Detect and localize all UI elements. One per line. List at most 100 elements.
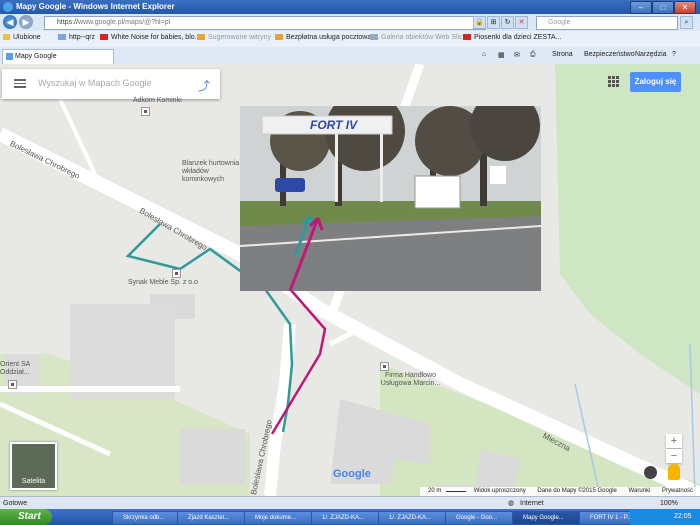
clock[interactable]: 22:05 — [674, 513, 692, 520]
taskbar-button[interactable]: 1/. ZJAZD-KA... — [378, 511, 448, 525]
home-icon[interactable]: ⌂ — [482, 51, 486, 58]
maximize-button[interactable]: □ — [652, 1, 674, 14]
help-icon[interactable]: ? — [672, 51, 676, 58]
start-button[interactable]: Start — [0, 509, 52, 525]
label-adkom[interactable]: Adkom Kominki — [133, 97, 182, 105]
favorites-label: Ulubione — [13, 34, 41, 41]
forward-button[interactable]: ▶ — [19, 15, 33, 29]
sign-post — [335, 134, 338, 202]
menu-icon[interactable] — [14, 79, 26, 88]
favorites-button[interactable]: Ulubione — [3, 34, 41, 41]
back-button[interactable]: ◀ — [3, 15, 17, 29]
webslice-icon — [370, 34, 378, 41]
compass-icon[interactable] — [644, 466, 657, 479]
poi-shop-icon[interactable] — [380, 362, 389, 371]
fav-item[interactable]: Bezpłatna usługa pocztowa ... — [275, 34, 379, 41]
fav-label: http--qrz — [69, 34, 96, 41]
label-orient[interactable]: Orient SA Oddział... — [0, 361, 38, 377]
fav-item[interactable]: Sugerowane witryny — [197, 34, 271, 41]
fav-item[interactable]: Piosenki dla dzieci ZESTA... — [463, 34, 561, 41]
fav-item[interactable]: http--qrz — [58, 34, 95, 41]
simplified-link[interactable]: Widok uproszczony — [474, 488, 526, 494]
tab-label: Mapy Google — [15, 53, 57, 60]
map-canvas[interactable]: FORT IV Wyszukaj w Mapach Google ⤴ Zalog… — [0, 64, 700, 496]
terms-link[interactable]: Warunki — [629, 488, 651, 494]
map-search-box[interactable]: Wyszukaj w Mapach Google ⤴ — [2, 69, 220, 99]
menu-bezpieczenstwo[interactable]: Bezpieczeństwo — [584, 51, 635, 58]
system-tray: 22:05 — [630, 509, 700, 525]
pegman-icon[interactable] — [668, 464, 680, 480]
photo-svg — [240, 106, 541, 291]
start-label: Start — [18, 511, 41, 522]
mail-icon[interactable]: ✉ — [514, 51, 520, 59]
favicon-icon — [6, 53, 13, 60]
taskbar-button[interactable]: Mapy Google... — [512, 511, 582, 525]
sign-in-button[interactable]: Zaloguj się — [630, 72, 681, 92]
fav-label: White Noise for babies, blo... — [111, 34, 201, 41]
google-logo-part: Google — [333, 468, 371, 480]
ie-icon — [3, 2, 13, 12]
map-search-placeholder: Wyszukaj w Mapach Google — [38, 78, 152, 88]
road-side — [328, 326, 362, 347]
fort-sign-text: FORT IV — [310, 118, 358, 132]
search-icon[interactable]: ⌕ — [680, 16, 693, 29]
park-area — [555, 64, 700, 394]
satellite-toggle[interactable]: Satelita — [10, 442, 57, 490]
fav-label: Bezpłatna usługa pocztowa ... — [286, 34, 380, 41]
feeds-icon[interactable]: ▦ — [498, 51, 505, 59]
taskbar-button[interactable]: Moje dokume... — [244, 511, 314, 525]
taskbar-button[interactable]: 1/. ZJAZD-KA... — [311, 511, 381, 525]
suggested-icon — [197, 34, 205, 41]
label-synak[interactable]: Synak Meble Sp. z o.o — [128, 279, 198, 287]
fort-photo[interactable]: FORT IV — [240, 106, 541, 291]
zoom-in-button[interactable]: + — [666, 434, 682, 448]
close-button[interactable]: ✕ — [674, 1, 696, 14]
google-logo: Google — [333, 468, 371, 480]
print-icon[interactable]: ⎙ — [530, 51, 536, 59]
refresh-icon[interactable]: ↻ — [501, 16, 514, 29]
taskbar: Start Skrzynka odb... Zjazd Kasztel... M… — [0, 509, 700, 525]
fav-item[interactable]: White Noise for babies, blo... — [100, 34, 201, 41]
fav-label: Sugerowane witryny — [208, 34, 272, 41]
tab-bar: Mapy Google ⌂ ▦ ✉ ⎙ Strona Bezpieczeństw… — [0, 47, 700, 65]
info-board — [414, 175, 461, 209]
poi-shop-icon[interactable] — [172, 269, 181, 278]
taskbar-button[interactable]: Google - Goo... — [445, 511, 515, 525]
privacy-link[interactable]: Prywatność — [662, 488, 693, 494]
copyright-text: Dane do Mapy ©2015 Google — [537, 488, 617, 494]
scale-bar — [446, 491, 467, 492]
directions-icon[interactable]: ⤴ — [198, 77, 212, 93]
url-https: https:// — [57, 19, 79, 26]
page-icon — [58, 34, 66, 41]
satellite-label: Satelita — [21, 478, 46, 485]
scale-label: 20 m — [428, 488, 442, 494]
label-firma[interactable]: Firma Handlowo Usługowa Marcin... — [373, 372, 448, 388]
taskbar-button[interactable]: Zjazd Kasztel... — [177, 511, 247, 525]
search-field[interactable]: Google — [536, 16, 678, 30]
label-blanzek[interactable]: Blanzek hurtownia wkładów kominkowych — [182, 160, 244, 184]
url-field[interactable]: https://www.google.pl/maps/@?hl=pl — [44, 16, 486, 30]
blue-van — [275, 178, 305, 192]
small-sign — [490, 166, 506, 184]
fav-label: Galeria obiektów Web Slice — [381, 34, 467, 41]
stop-icon[interactable]: ✕ — [515, 16, 528, 29]
taskbar-button[interactable]: Skrzynka odb... — [112, 511, 180, 525]
map-footer: 20 m Widok uproszczony Dane do Mapy ©201… — [420, 487, 700, 496]
fav-item[interactable]: Galeria obiektów Web Slice — [370, 34, 466, 41]
compat-icon[interactable]: ⊞ — [487, 16, 500, 29]
minimize-button[interactable]: – — [630, 1, 652, 14]
apps-grid-icon[interactable] — [608, 76, 619, 87]
tab-mapy[interactable]: Mapy Google — [2, 49, 114, 64]
address-bar: ◀ ▶ https://www.google.pl/maps/@?hl=pl 🔒… — [0, 14, 700, 31]
zoom-out-button[interactable]: − — [666, 449, 682, 463]
search-placeholder: Google — [548, 19, 571, 26]
poi-shop-icon[interactable] — [8, 380, 17, 389]
youtube-icon — [100, 34, 108, 41]
poi-shop-icon[interactable] — [141, 107, 150, 116]
lock-icon[interactable]: 🔒 — [473, 16, 486, 29]
window-title: Mapy Google - Windows Internet Explorer — [16, 2, 175, 11]
menu-narzedzia[interactable]: Narzędzia — [635, 51, 667, 58]
menu-strona[interactable]: Strona — [552, 51, 573, 58]
star-icon — [3, 34, 10, 41]
status-bar: Gotowe ◍ Internet 100% — [0, 496, 700, 510]
